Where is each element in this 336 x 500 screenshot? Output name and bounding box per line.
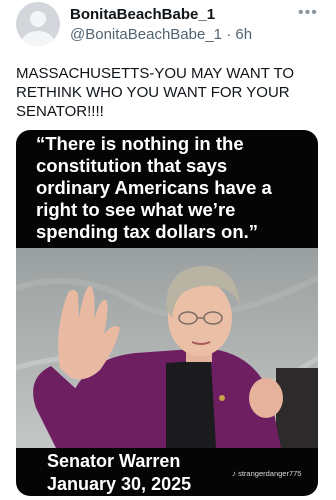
avatar[interactable] <box>16 2 60 46</box>
separator: · <box>226 26 232 43</box>
quote-text: “There is nothing in the constitution th… <box>36 133 272 242</box>
tweet-media[interactable]: “There is nothing in the constitution th… <box>16 130 318 496</box>
caption-name: Senator Warren <box>47 451 181 471</box>
watermark: ♪ strangerdanger775 <box>232 469 301 478</box>
timestamp[interactable]: 6h <box>235 26 252 43</box>
caption-date: January 30, 2025 <box>47 474 192 494</box>
handle-row: @BonitaBeachBabe_1 · 6h <box>70 26 252 43</box>
watermark-text: strangerdanger775 <box>238 469 302 478</box>
handle[interactable]: @BonitaBeachBabe_1 <box>70 26 222 43</box>
tiktok-icon: ♪ <box>232 469 236 478</box>
avatar-shoulders <box>22 31 54 46</box>
avatar-head <box>30 11 46 27</box>
more-horizontal-icon[interactable]: ••• <box>298 4 318 22</box>
senator-photo <box>16 248 318 448</box>
tweet[interactable]: BonitaBeachBabe_1 @BonitaBeachBabe_1 · 6… <box>0 0 336 500</box>
tweet-text: MASSACHUSETTS-YOU MAY WANT TO RETHINK WH… <box>16 65 295 120</box>
display-name[interactable]: BonitaBeachBabe_1 <box>70 6 215 23</box>
